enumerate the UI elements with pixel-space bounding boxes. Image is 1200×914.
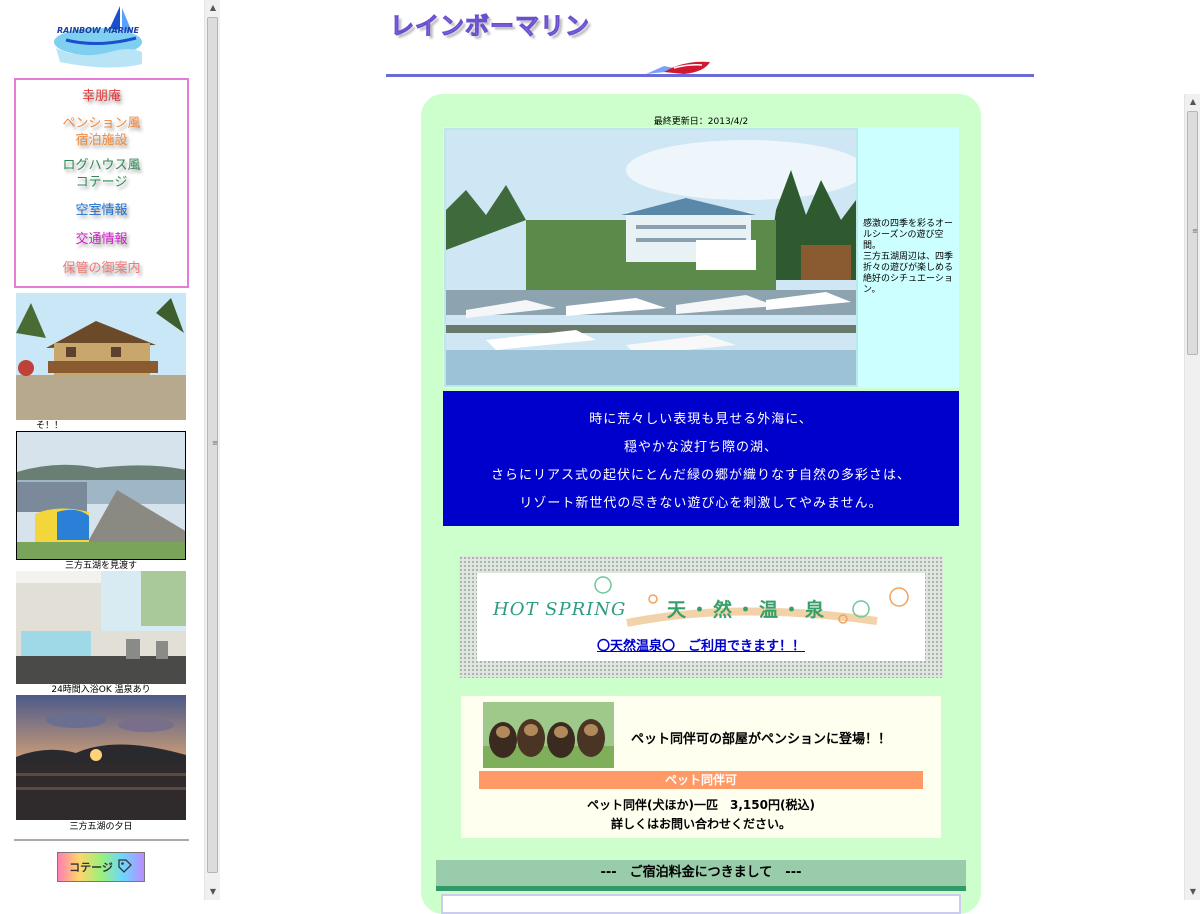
hot-spring-banner: HOT SPRING 天・然・温・泉 〇天然温泉〇 ご利用できます！！ [459,556,943,678]
photo-caption-4: 三方五湖の夕日 [69,822,133,832]
rainbow-marine-logo[interactable]: RAINBOW MARINE [50,2,145,72]
photo-caption-3: 24時間入浴OK 温泉あり [51,685,151,695]
hero-description: 感激の四季を彩るオールシーズンの遊び空間。 三方五湖周辺は、四季折々の遊びが楽し… [863,219,957,296]
intro-line-4: リゾート新世代の尽きない遊び心を刺激してやみません。 [519,496,883,511]
scroll-thumb[interactable]: ≡ [1187,111,1198,355]
pet-price: ペット同伴(犬ほか)一匹 3,150円(税込) [587,798,815,812]
nav-vacancy[interactable]: 空室情報 [16,202,187,219]
lake-view-photo[interactable] [16,431,186,560]
hero-text-line-1: 感激の四季を彩るオールシーズンの遊び空間。 [863,219,954,251]
hot-spring-link[interactable]: 〇天然温泉〇 ご利用できます！！ [477,635,925,654]
log-house-photo[interactable] [16,293,186,420]
hot-spring-japanese: 天・然・温・泉 [667,599,829,621]
photo-caption-2: 三方五湖を見渡す [64,561,137,571]
rates-header-bar [436,886,966,891]
rates-header: --- ご宿泊料金につきまして --- [436,860,966,886]
intro-line-1: 時に荒々しい表現も見せる外海に、 [589,412,813,427]
nav-kohoan[interactable]: 幸朋庵 [16,88,187,105]
nav-access[interactable]: 交通情報 [16,231,187,248]
hot-spring-inner: HOT SPRING 天・然・温・泉 〇天然温泉〇 ご利用できます！！ [477,573,925,661]
scroll-down-arrow-icon[interactable]: ▼ [1185,884,1200,900]
main-frame-scrollbar[interactable]: ▲ ≡ ▼ [1184,94,1200,900]
intro-blue-box: 時に荒々しい表現も見せる外海に、 穏やかな波打ち際の湖、 さらにリアス式の起伏に… [443,391,959,526]
dogs-photo [483,702,614,768]
cottage-button-label: コテージ [69,861,113,874]
left-frame-scrollbar[interactable]: ▲ ≡ ▼ [204,0,220,900]
main-frame: レインボーマリン 最終更新日：2013/4/2 感激の四季を彩るオールシーズンの… [220,0,1184,914]
boat-icon [644,58,714,82]
pet-section: ペット同伴可の部屋がペンションに登場！！ ペット同伴可 ペット同伴(犬ほか)一匹… [461,696,941,838]
nav-log-cottage[interactable]: ログハウス風 コテージ [16,157,187,191]
pet-label-bar: ペット同伴可 [479,771,923,789]
intro-line-3: さらにリアス式の起伏にとんだ緑の郷が織りなす自然の多彩さは、 [490,468,911,483]
sunset-photo[interactable] [16,695,186,820]
left-divider [14,839,189,841]
hero-section: 感激の四季を彩るオールシーズンの遊び空間。 三方五湖周辺は、四季折々の遊びが楽し… [443,127,959,388]
site-title: レインボーマリン [390,12,590,41]
left-frame: RAINBOW MARINE 幸朋庵 ペンション風 宿泊施設 ログハウス風 コテ… [0,0,220,900]
side-navigation: 幸朋庵 ペンション風 宿泊施設 ログハウス風 コテージ 空室情報 交通情報 保管… [14,78,189,288]
scroll-up-arrow-icon[interactable]: ▲ [205,0,221,16]
pet-headline: ペット同伴可の部屋がペンションに登場！！ [631,732,892,747]
scroll-up-arrow-icon[interactable]: ▲ [1185,94,1200,110]
nav-pension[interactable]: ペンション風 宿泊施設 [16,115,187,149]
pet-contact: 詳しくはお問い合わせください。 [610,817,791,831]
rates-table [441,894,961,914]
svg-text:RAINBOW MARINE: RAINBOW MARINE [57,26,140,35]
last-updated: 最終更新日：2013/4/2 [653,117,749,127]
scroll-down-arrow-icon[interactable]: ▼ [205,884,221,900]
tag-icon [117,858,133,877]
hot-spring-english: HOT SPRING [493,599,627,620]
bath-photo[interactable] [16,571,186,684]
intro-line-2: 穏やかな波打ち際の湖、 [623,440,778,455]
header-rule [386,74,1034,77]
hero-text-line-2: 三方五湖周辺は、四季折々の遊びが楽しめる絶好のシチュエーション。 [863,252,954,295]
nav-storage-guide[interactable]: 保管の御案内 [16,260,187,277]
photo-caption-1: そ！！ [36,421,64,431]
cottage-button[interactable]: コテージ [57,852,145,882]
marina-photo [444,128,858,387]
main-content-panel: 最終更新日：2013/4/2 感激の四季を彩るオールシーズンの遊び空間。 三方五… [421,94,981,914]
scroll-thumb[interactable]: ≡ [207,17,218,873]
